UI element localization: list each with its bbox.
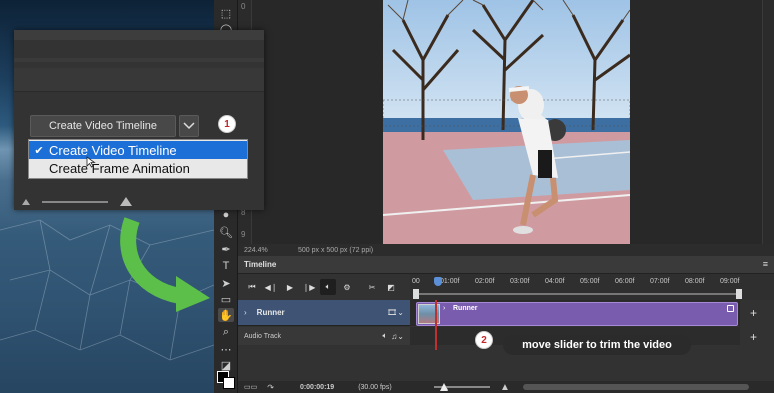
go-to-first-frame-icon[interactable]: ⏮ <box>244 279 260 295</box>
marquee-tool-icon[interactable]: ⬚ <box>218 6 234 20</box>
clip-name: Runner <box>453 305 478 312</box>
time-tick: 06:00f <box>615 278 635 285</box>
time-tick: 08:00f <box>685 278 705 285</box>
timeline-title[interactable]: Timeline <box>244 260 276 269</box>
type-tool-icon[interactable]: T <box>218 259 234 273</box>
small-mountain-icon[interactable] <box>22 199 30 205</box>
panel-header-bar <box>14 68 264 92</box>
menu-item-label: Create Video Timeline <box>49 142 177 158</box>
zoom-tool-icon[interactable]: ⌕ <box>218 325 234 339</box>
time-tick: 00 <box>412 278 420 285</box>
add-media-column: + + <box>740 300 774 350</box>
timeline-footer: ▭▭ ↷ 0:00:00:19 (30.00 fps) ▲ ▲ <box>238 381 774 393</box>
clip-options-icon[interactable] <box>727 305 734 312</box>
ruler-label: 9 <box>241 230 246 239</box>
pen-tool-icon[interactable]: ✒ <box>218 242 234 256</box>
zoom-slider-track[interactable] <box>42 201 108 203</box>
blur-tool-icon[interactable]: ● <box>218 208 234 222</box>
more-tools-icon[interactable]: ⋯ <box>218 342 234 356</box>
render-video-icon[interactable]: ▭▭ <box>244 383 257 391</box>
time-tick: 07:00f <box>650 278 670 285</box>
time-tick: 05:00f <box>580 278 600 285</box>
menu-item-label: Create Frame Animation <box>49 160 190 176</box>
create-video-timeline-button[interactable]: Create Video Timeline <box>30 115 176 137</box>
split-scissors-icon[interactable]: ✂ <box>364 279 380 295</box>
panel-menu-icon[interactable]: ≡ <box>763 259 768 269</box>
timeline-panel: Timeline ≡ ⏮ ◀❘ ▶ ❘▶ 🔈︎ ⚙ ✂ ◩ 00 01:00f … <box>238 256 774 393</box>
timeline-type-dropdown[interactable] <box>179 115 199 137</box>
music-note-icon[interactable]: ♫⌄ <box>391 332 404 341</box>
right-panel-edge <box>762 0 774 244</box>
audio-track-header[interactable]: Audio Track 🔈︎ ♫⌄ <box>238 327 410 345</box>
time-ruler[interactable]: 00 01:00f 02:00f 03:00f 04:00f 05:00f 06… <box>410 274 774 300</box>
default-colors-icon[interactable]: ◪ <box>218 358 234 372</box>
expand-chevron-icon[interactable]: › <box>244 308 247 317</box>
playhead-line <box>435 300 437 350</box>
timeline-type-menu: ✔ Create Video Timeline Create Frame Ani… <box>28 139 248 179</box>
ruler-label: 0 <box>241 2 246 11</box>
chevron-down-icon <box>183 122 195 130</box>
status-bar: 224.4% 500 px x 500 px (72 ppi) <box>238 244 774 256</box>
work-area-bar[interactable] <box>419 293 736 295</box>
current-time: 0:00:00:19 <box>299 383 335 391</box>
menu-item-create-video-timeline[interactable]: ✔ Create Video Timeline <box>29 141 247 159</box>
previous-frame-icon[interactable]: ◀❘ <box>263 279 279 295</box>
video-clip[interactable]: › Runner <box>416 302 738 326</box>
hand-tool-icon[interactable]: ✋ <box>218 308 234 322</box>
audio-volume-icon[interactable]: 🔈︎ <box>382 331 387 341</box>
time-tick: 09:00f <box>720 278 740 285</box>
zoom-level[interactable]: 224.4% <box>244 247 290 254</box>
step-2-badge: 2 <box>475 331 493 349</box>
audio-track-label: Audio Track <box>244 332 281 340</box>
trim-instruction-label: move slider to trim the video <box>503 335 691 355</box>
track-name: Runner <box>256 308 285 317</box>
film-strip-icon[interactable]: 🎞︎⌄ <box>387 308 404 317</box>
panel-footer <box>14 196 264 210</box>
next-frame-icon[interactable]: ❘▶ <box>301 279 317 295</box>
playhead-handle[interactable] <box>434 277 442 286</box>
work-area-end-handle[interactable] <box>736 289 742 299</box>
dodge-tool-icon[interactable]: 🔍︎ <box>218 225 234 239</box>
time-tick: 01:00f <box>440 278 460 285</box>
horizontal-scrollbar[interactable] <box>523 384 749 390</box>
panel-divider <box>14 58 264 62</box>
add-audio-button[interactable]: + <box>750 330 757 344</box>
clip-expand-icon[interactable]: › <box>443 305 445 312</box>
path-select-tool-icon[interactable]: ➤ <box>218 276 234 290</box>
transition-icon[interactable]: ◩ <box>383 279 399 295</box>
time-tick: 03:00f <box>510 278 530 285</box>
playback-controls: ⏮ ◀❘ ▶ ❘▶ 🔈︎ ⚙ ✂ ◩ <box>238 274 410 300</box>
green-curved-arrow-icon <box>120 217 210 312</box>
play-icon[interactable]: ▶ <box>282 279 298 295</box>
panel-tab-bar <box>14 30 264 40</box>
video-frame-image <box>383 0 630 244</box>
zoom-in-mountain-icon[interactable]: ▲ <box>500 382 510 393</box>
timeline-header: Timeline ≡ <box>238 256 774 274</box>
background-color-swatch[interactable] <box>223 377 235 389</box>
checkmark-icon: ✔ <box>34 144 44 157</box>
add-media-button[interactable]: + <box>750 306 757 320</box>
document-info[interactable]: 500 px x 500 px (72 ppi) <box>298 247 373 254</box>
audio-toggle-icon[interactable]: 🔈︎ <box>320 279 336 295</box>
large-mountain-icon[interactable] <box>120 197 132 206</box>
video-track-header[interactable]: › Runner 🎞︎⌄ <box>238 300 410 326</box>
convert-frame-icon[interactable]: ↷ <box>267 383 274 392</box>
settings-gear-icon[interactable]: ⚙ <box>339 279 355 295</box>
frame-rate: (30.00 fps) <box>358 383 392 391</box>
mouse-cursor-icon <box>86 156 96 168</box>
screenshot-root: ⬚ ◯ ● 🔍︎ ✒ T ➤ ▭ ✋ ⌕ ⋯ ◪ 0 1 2 3 4 5 6 7… <box>0 0 774 393</box>
time-tick: 02:00f <box>475 278 495 285</box>
time-tick: 04:00f <box>545 278 565 285</box>
step-1-badge: 1 <box>218 115 236 133</box>
rectangle-tool-icon[interactable]: ▭ <box>218 292 234 306</box>
menu-item-create-frame-animation[interactable]: Create Frame Animation <box>29 159 247 177</box>
